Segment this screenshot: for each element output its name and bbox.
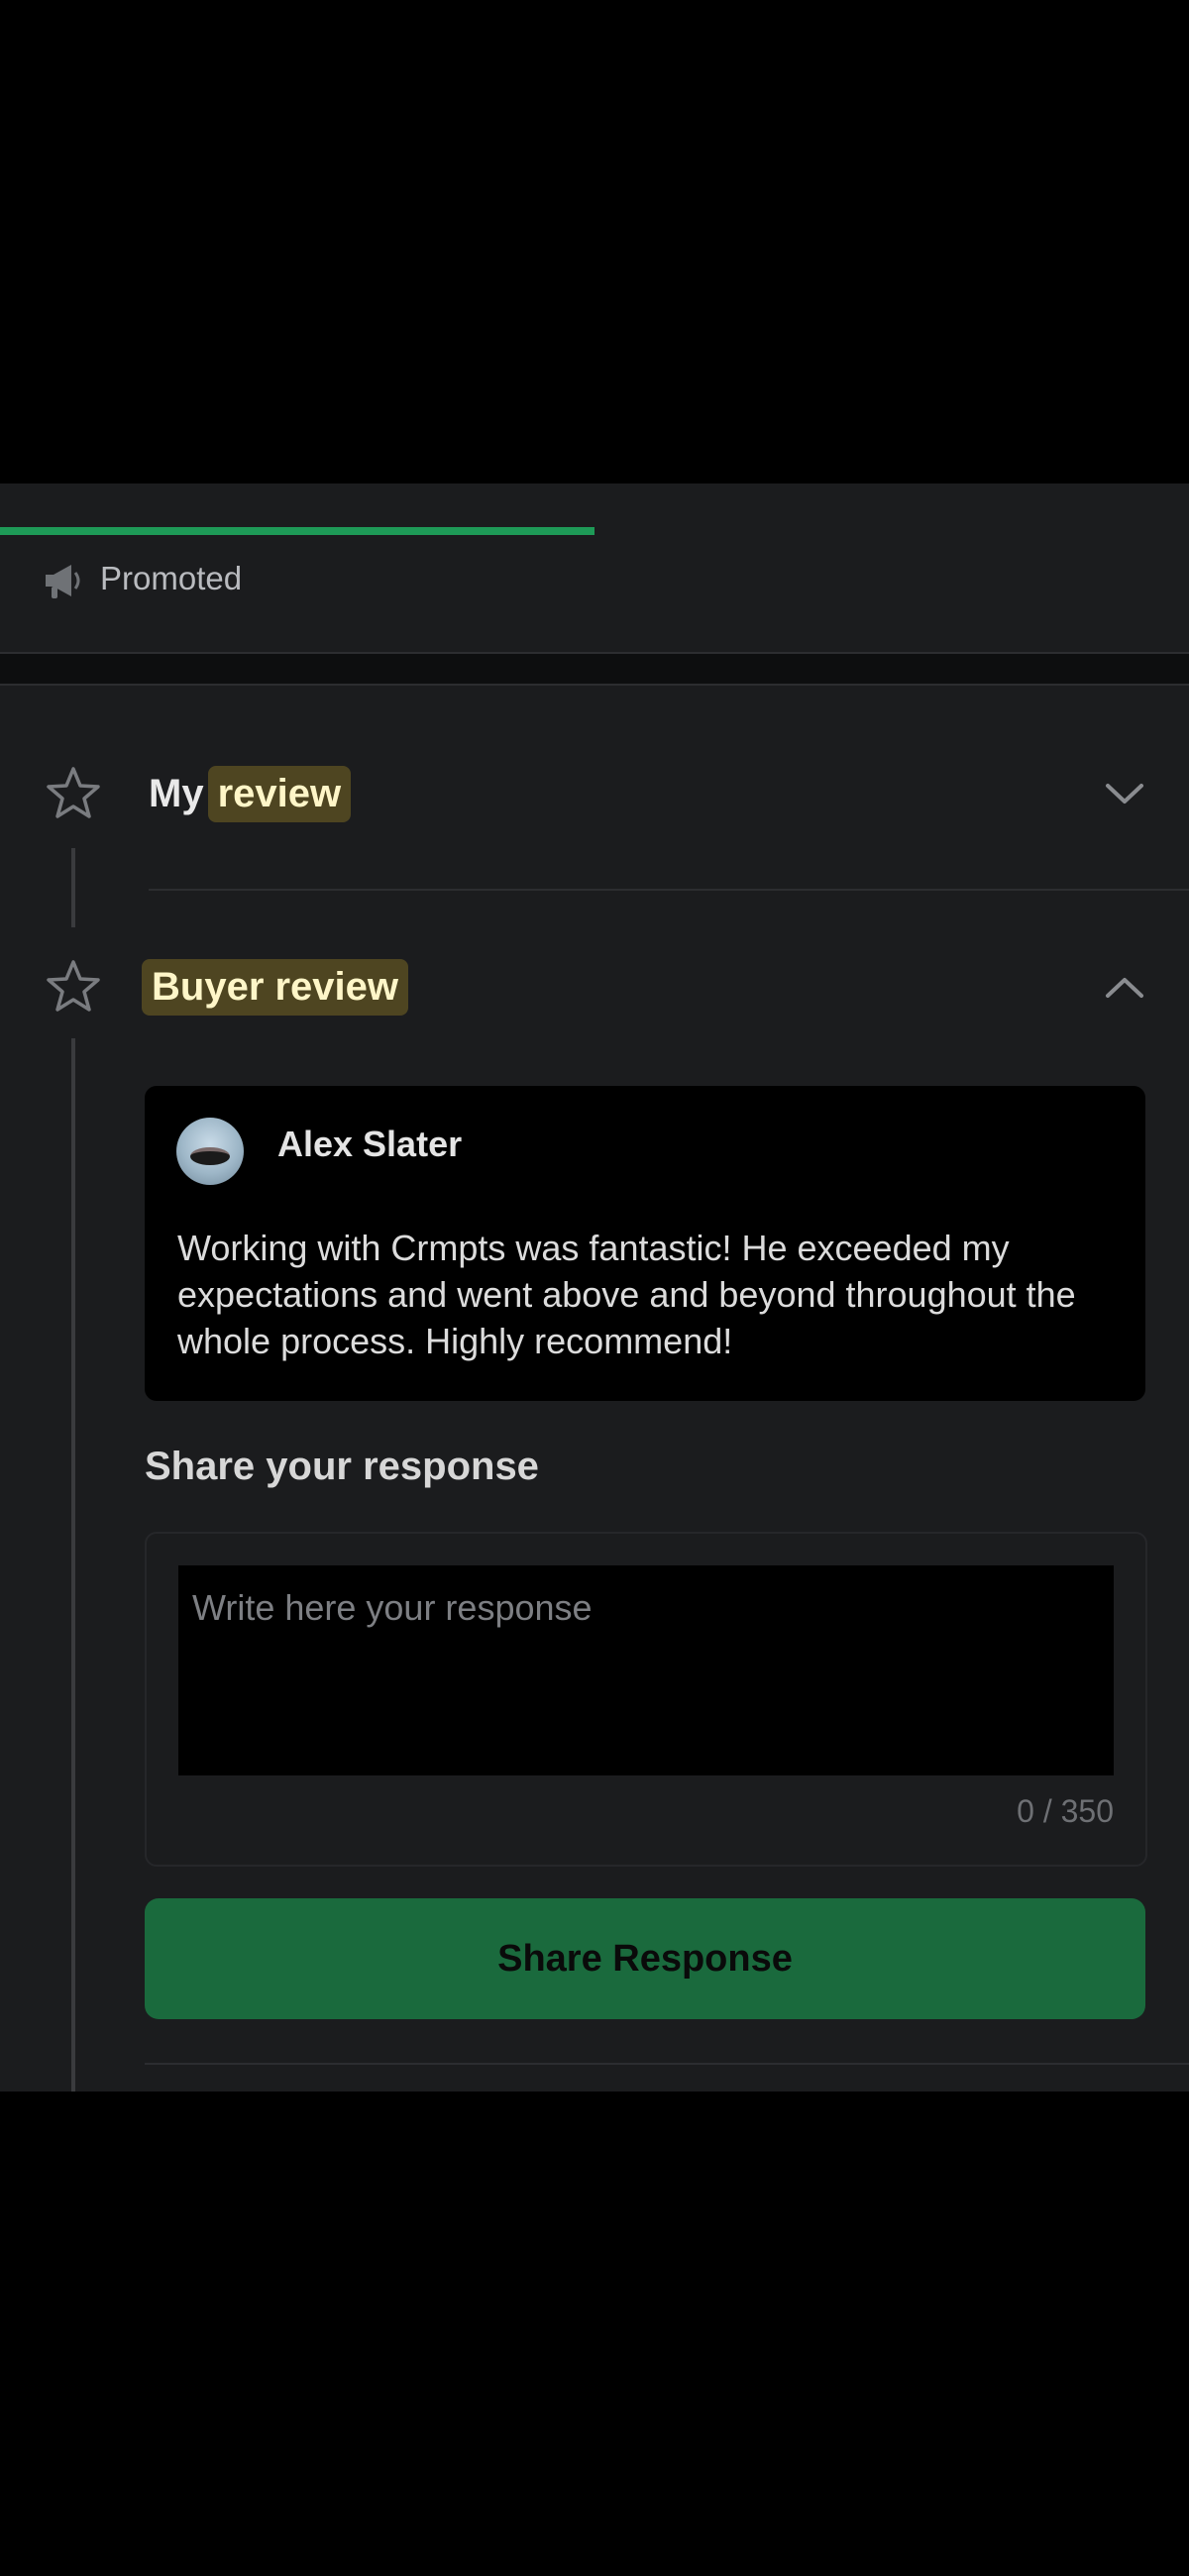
chevron-down-icon[interactable] <box>1102 771 1147 816</box>
top-blank-area <box>0 0 1189 483</box>
my-review-highlight: review <box>207 766 352 822</box>
promoted-label: Promoted <box>100 560 243 596</box>
chevron-up-icon[interactable] <box>1102 965 1147 1011</box>
avatar-detail <box>190 1147 230 1165</box>
buyer-review-highlight: Buyer review <box>142 959 409 1016</box>
bottom-divider <box>145 2063 1189 2065</box>
reviewer-name: Alex Slater <box>277 1124 463 1164</box>
share-response-heading: Share your response <box>145 1445 539 1488</box>
review-sheet: Promoted My review Buyer review Alex Sla… <box>0 483 1189 2092</box>
progress-fill <box>0 527 594 535</box>
response-box: 0 / 350 <box>145 1532 1147 1867</box>
section-separator <box>0 654 1189 686</box>
bottom-blank-area <box>0 2092 1189 2576</box>
char-counter: 0 / 350 <box>1017 1793 1114 1829</box>
share-response-button[interactable]: Share Response <box>145 1898 1145 2019</box>
megaphone-icon <box>46 565 80 598</box>
review-text: Working with Crmpts was fantastic! He ex… <box>177 1228 1076 1361</box>
response-input[interactable] <box>178 1565 1114 1775</box>
buyer-review-card: Alex Slater Working with Crmpts was fant… <box>145 1086 1145 1401</box>
progress-track <box>0 527 1189 535</box>
timeline-connector <box>71 848 75 927</box>
timeline-connector <box>71 1038 75 2092</box>
avatar <box>176 1118 244 1185</box>
section-divider <box>149 889 1189 891</box>
buyer-review-title: Buyer review <box>142 959 409 1016</box>
star-outline-icon <box>47 767 100 818</box>
promoted-bar: Promoted <box>0 483 1189 654</box>
star-outline-icon <box>47 960 100 1012</box>
my-review-prefix: My <box>149 772 204 815</box>
my-review-title: My review <box>149 766 352 822</box>
